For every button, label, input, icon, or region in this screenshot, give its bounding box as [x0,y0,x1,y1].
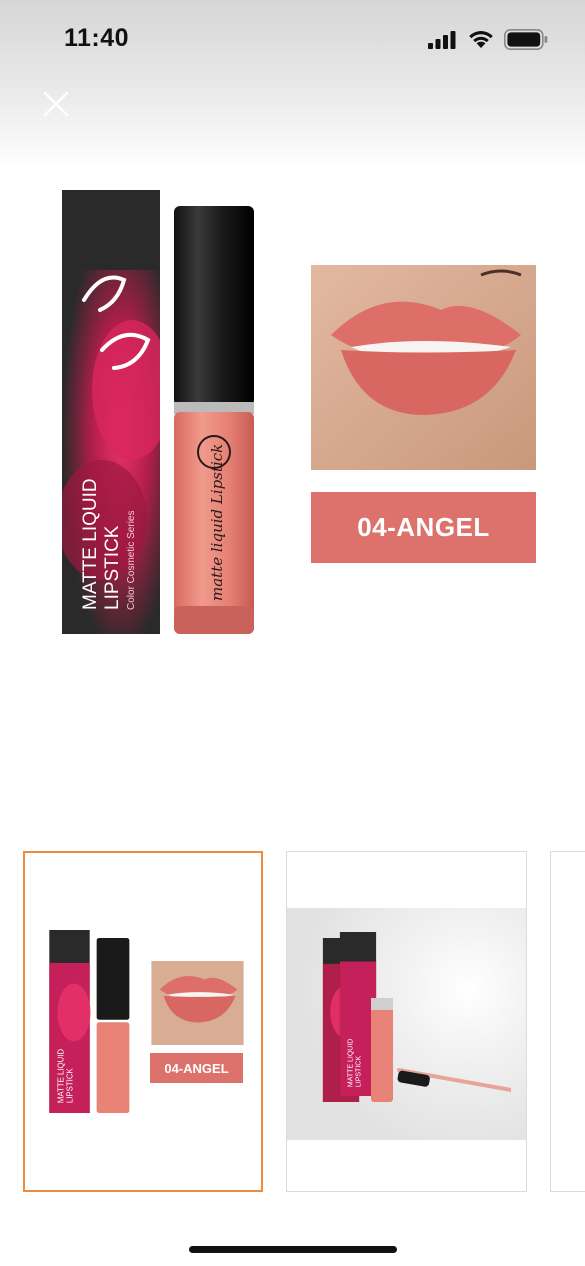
battery-icon [504,29,548,50]
status-bar: 11:40 [0,0,585,80]
home-indicator [189,1246,397,1253]
wifi-icon [469,31,493,48]
tube-label: matte liquid Lipstick [208,444,226,601]
thumbnail-3-partial[interactable] [550,851,585,1192]
thumbnail-1-selected[interactable]: MATTE LIQUID LIPSTICK [23,851,263,1192]
box-subtitle: Color Cosmetic Series [126,511,137,610]
thumb-tube-image [96,938,130,1113]
product-image-viewer: 11:40 MATTE LIQUID LIPSTICK Color Cosmet… [0,0,585,1266]
thumb-shade-label: 04-ANGEL [150,1053,243,1083]
lipstick-box-image: MATTE LIQUID LIPSTICK Color Cosmetic Ser… [62,190,160,634]
lipstick-tube-image: matte liquid Lipstick [174,206,254,634]
close-icon[interactable] [40,88,72,120]
lip-swatch-photo [311,265,536,470]
thumb-box-title-line2: LIPSTICK [65,1068,74,1104]
box-title-line1: MATTE LIQUID [80,478,101,610]
thumb-box-title-line1: MATTE LIQUID [56,1049,65,1104]
box-title-line2: LIPSTICK [102,525,123,610]
shade-label: 04-ANGEL [311,492,536,563]
thumb-box-image: MATTE LIQUID LIPSTICK [49,930,91,1113]
status-time: 11:40 [64,24,130,52]
thumbnail-2[interactable]: MATTE LIQUID LIPSTICK [286,851,527,1192]
thumb2-tube-and-wand [371,998,511,1102]
thumb2-box-title-line1: MATTE LIQUID [347,1039,354,1087]
thumb-lip-photo [151,961,244,1045]
cellular-signal-icon [428,31,456,49]
thumb2-box-title-line2: LIPSTICK [356,1056,363,1087]
